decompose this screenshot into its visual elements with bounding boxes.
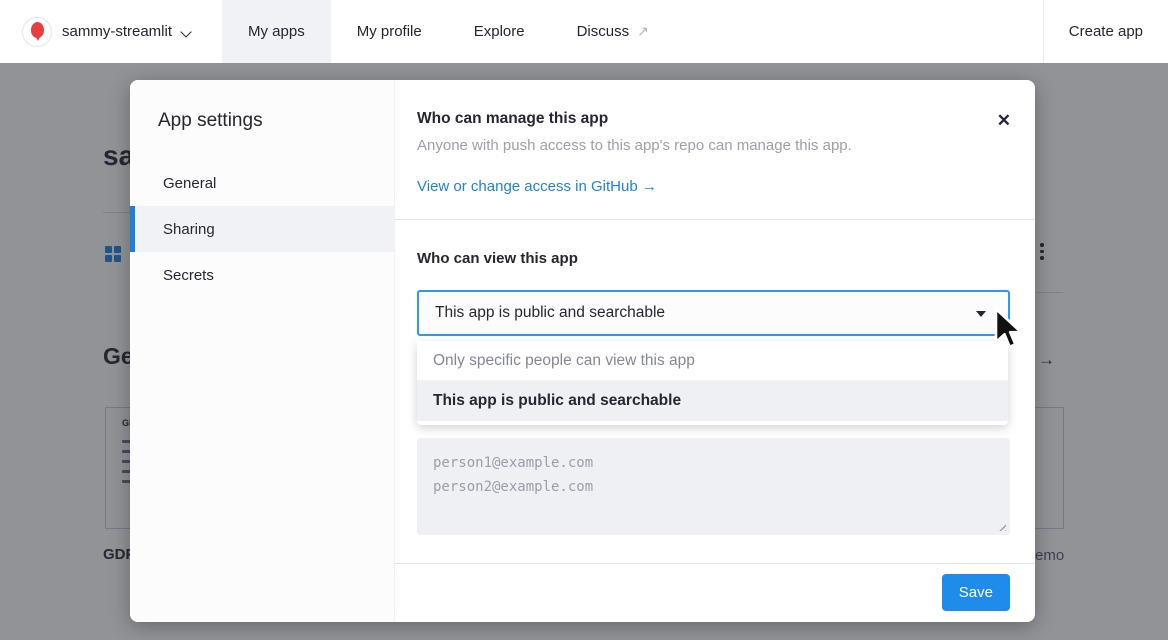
chevron-down-icon xyxy=(182,25,192,35)
workspace-switcher[interactable]: sammy-streamlit xyxy=(22,0,192,63)
visibility-options-menu: Only specific people can view this app T… xyxy=(417,341,1008,425)
section-divider xyxy=(395,219,1035,220)
manage-heading: Who can manage this app xyxy=(417,110,1010,128)
visibility-select-value: This app is public and searchable xyxy=(435,304,665,322)
app-settings-modal: App settings General Sharing Secrets Who… xyxy=(130,80,1035,622)
create-app-button[interactable]: Create app xyxy=(1043,0,1168,63)
save-button[interactable]: Save xyxy=(942,574,1010,611)
screen: sa Get → GD GDP emo sammy-streamlit My a… xyxy=(0,0,1168,640)
sidebar-item-secrets[interactable]: Secrets xyxy=(130,252,394,298)
view-heading: Who can view this app xyxy=(417,250,578,267)
sidebar-item-general[interactable]: General xyxy=(130,160,394,206)
github-access-link[interactable]: View or change access in GitHub → xyxy=(417,178,657,195)
nav-tabs: My apps My profile Explore Discuss ↗ xyxy=(222,0,675,63)
modal-content: Who can manage this app Anyone with push… xyxy=(395,80,1035,622)
manage-description: Anyone with push access to this app's re… xyxy=(417,137,1010,154)
resize-handle[interactable] xyxy=(997,522,1006,531)
placeholder-line-2: person2@example.com xyxy=(433,475,994,499)
tab-explore[interactable]: Explore xyxy=(448,0,551,63)
tab-my-apps[interactable]: My apps xyxy=(222,0,331,63)
footer-divider xyxy=(395,563,1035,564)
option-public-searchable[interactable]: This app is public and searchable xyxy=(417,381,1008,421)
visibility-select[interactable]: This app is public and searchable xyxy=(417,290,1010,336)
balloon-logo-icon xyxy=(22,17,52,47)
viewers-textarea[interactable]: person1@example.com person2@example.com xyxy=(417,438,1010,535)
tab-discuss-label: Discuss xyxy=(577,23,630,40)
sidebar-item-sharing[interactable]: Sharing xyxy=(130,206,394,252)
modal-sidebar: App settings General Sharing Secrets xyxy=(130,80,395,622)
option-specific-people[interactable]: Only specific people can view this app xyxy=(417,341,1008,381)
navbar: sammy-streamlit My apps My profile Explo… xyxy=(0,0,1168,63)
manage-section: Who can manage this app Anyone with push… xyxy=(395,80,1035,196)
workspace-name: sammy-streamlit xyxy=(62,23,172,40)
tab-discuss[interactable]: Discuss ↗ xyxy=(551,0,675,63)
placeholder-line-1: person1@example.com xyxy=(433,451,994,475)
caret-down-icon xyxy=(976,311,986,317)
close-icon[interactable]: ✕ xyxy=(997,112,1011,129)
app-settings-title: App settings xyxy=(130,110,394,132)
tab-my-profile[interactable]: My profile xyxy=(331,0,448,63)
external-link-icon: ↗ xyxy=(637,23,649,40)
